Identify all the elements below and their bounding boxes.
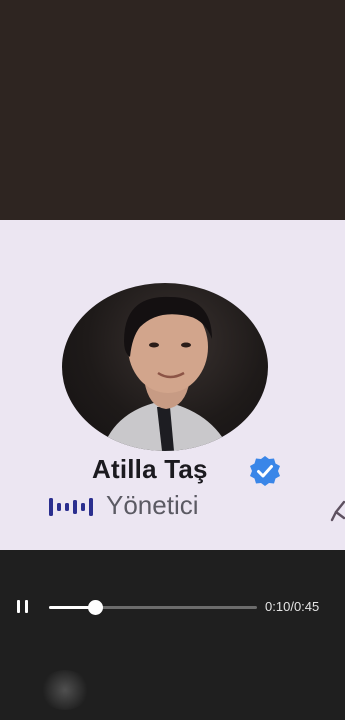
player-controls: 0:10/0:45: [0, 586, 345, 628]
profile-name-row: Atilla Taş: [0, 452, 345, 488]
profile-avatar: [62, 283, 268, 451]
video-frame[interactable]: Atilla Taş Yönetici: [0, 220, 345, 550]
pause-icon-bar: [25, 600, 28, 613]
time-display: 0:10/0:45: [265, 599, 319, 614]
profile-name: Atilla Taş: [92, 454, 208, 484]
current-time: 0:10: [265, 599, 291, 614]
cut-off-icon: [330, 500, 345, 522]
progress-slider[interactable]: [49, 600, 257, 615]
top-letterbox: [0, 0, 345, 220]
blurred-background: [40, 670, 90, 710]
pause-button[interactable]: [8, 592, 38, 622]
pause-icon: [17, 600, 20, 613]
verified-badge-icon: [248, 454, 282, 488]
role-label: Yönetici: [106, 490, 199, 520]
role-row: Yönetici: [0, 488, 345, 524]
duration: 0:45: [293, 599, 320, 614]
avatar-portrait: [102, 296, 230, 451]
player-area: 0:10/0:45: [0, 550, 345, 720]
progress-thumb[interactable]: [87, 600, 103, 615]
waveform-icon: [47, 496, 95, 518]
